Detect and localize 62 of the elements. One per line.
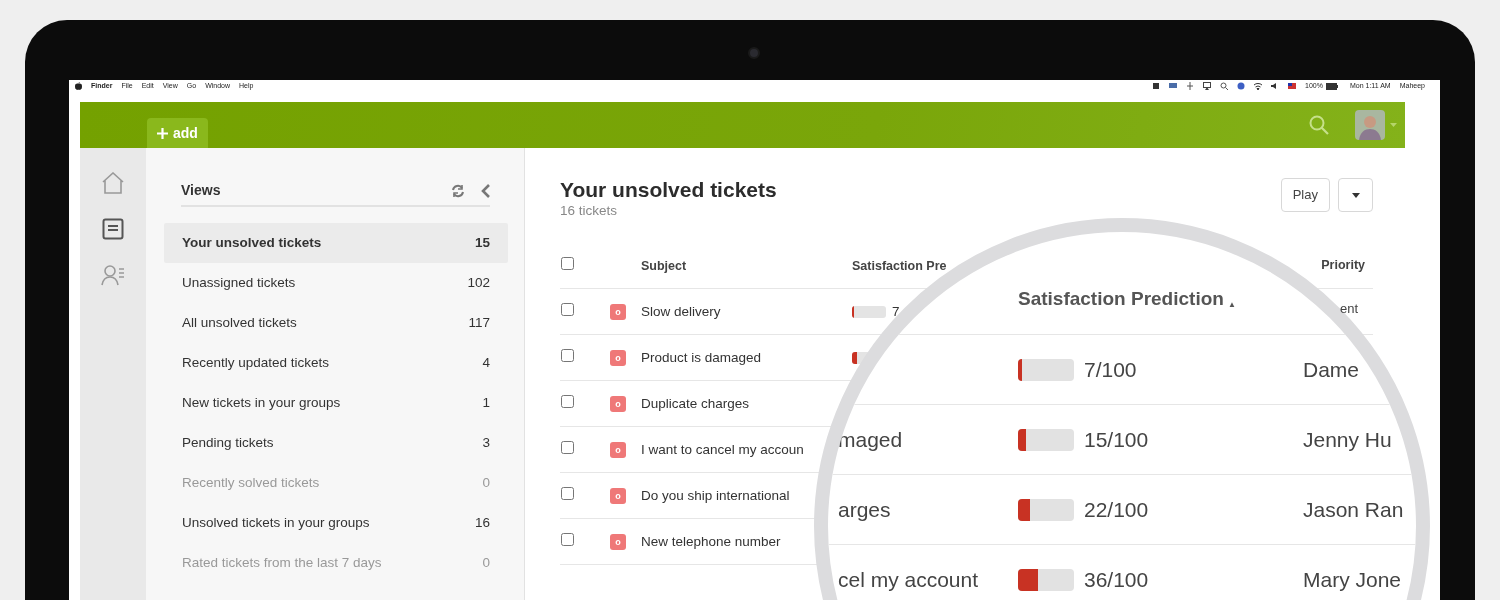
filter-list-item[interactable]: New tickets in your groups 1	[164, 383, 508, 423]
priority-value: ent	[1340, 301, 1359, 317]
ticket-subject[interactable]: Duplicate charges	[641, 395, 750, 411]
ticket-subject[interactable]: Do you ship international	[641, 487, 790, 503]
user-list-icon[interactable]	[101, 264, 125, 286]
display-icon[interactable]	[1203, 82, 1212, 90]
ticket-count: 16 tickets	[560, 202, 619, 221]
document-icon[interactable]	[102, 218, 124, 240]
assignee-name: Jason Ran	[1303, 496, 1404, 523]
satisfaction-score: 7	[892, 302, 900, 321]
checkbox[interactable]	[561, 302, 574, 316]
column-header[interactable]: Priority	[1321, 256, 1365, 276]
assignee-name: Jenny Hu	[1303, 426, 1392, 453]
satisfaction-score: 22/100	[1084, 496, 1149, 523]
wifi-icon[interactable]	[1254, 82, 1263, 90]
plus-icon	[157, 127, 168, 139]
satisfaction-score: 7/100	[1084, 356, 1137, 383]
satisfaction-score: 36/100	[1084, 566, 1149, 593]
ticket-subject[interactable]: arges	[838, 497, 891, 521]
status-badge: o	[610, 487, 626, 504]
filter-list-item[interactable]: Your unsolved tickets 15	[164, 223, 508, 263]
filter-list-item[interactable]: Pending tickets 3	[164, 423, 508, 463]
checkbox[interactable]	[561, 440, 574, 454]
ticket-subject[interactable]: New telephone number	[641, 533, 781, 549]
checkbox[interactable]	[561, 348, 574, 362]
sort-arrow[interactable]: ▲	[1227, 298, 1236, 311]
status-badge: o	[610, 303, 626, 320]
ticket-subject[interactable]: Product is damaged	[641, 349, 762, 365]
search-icon[interactable]	[1220, 82, 1229, 90]
checkbox[interactable]	[561, 486, 574, 500]
column-header[interactable]: Satisfaction Pre	[852, 258, 947, 273]
caret-icon	[1351, 192, 1360, 198]
checkbox[interactable]	[561, 532, 574, 546]
status-badge: o	[610, 441, 626, 458]
camera-icon	[748, 47, 760, 59]
ticket-subject[interactable]: cel my account	[838, 567, 979, 591]
home-icon[interactable]	[101, 172, 125, 194]
play-button[interactable]: Play	[1280, 178, 1330, 212]
checkbox[interactable]	[561, 256, 574, 270]
assignee-name: Dame	[1303, 356, 1360, 383]
checkbox[interactable]	[561, 394, 574, 408]
collapse-icon[interactable]	[481, 184, 490, 198]
column-header[interactable]: Satisfaction Prediction	[1018, 285, 1224, 314]
battery-icon[interactable]	[1325, 82, 1338, 90]
status-badge: o	[610, 349, 626, 366]
page-title: Your unsolved tickets	[560, 178, 777, 202]
status-badge: o	[610, 395, 626, 412]
status-badge: o	[610, 533, 626, 550]
ticket-subject[interactable]: maged	[838, 427, 903, 451]
filter-list-item[interactable]: Recently updated tickets 4	[164, 343, 508, 383]
ticket-subject[interactable]: Slow delivery	[641, 303, 721, 319]
filter-list-item[interactable]: Unsolved tickets in your groups 16	[164, 503, 508, 543]
satisfaction-score: 15/100	[1084, 426, 1149, 453]
column-header[interactable]: Subject	[641, 258, 687, 273]
apple-icon[interactable]	[75, 82, 82, 90]
flag-icon[interactable]	[1288, 82, 1297, 90]
panel-title: Views	[181, 181, 221, 200]
ticket-subject[interactable]: I want to cancel my accoun	[641, 441, 804, 457]
assignee-name: Mary Jone	[1303, 566, 1402, 593]
filter-list-item[interactable]: Unassigned tickets 102	[164, 263, 508, 303]
refresh-icon[interactable]	[451, 184, 465, 198]
filter-list-item[interactable]: All unsolved tickets 117	[164, 303, 508, 343]
